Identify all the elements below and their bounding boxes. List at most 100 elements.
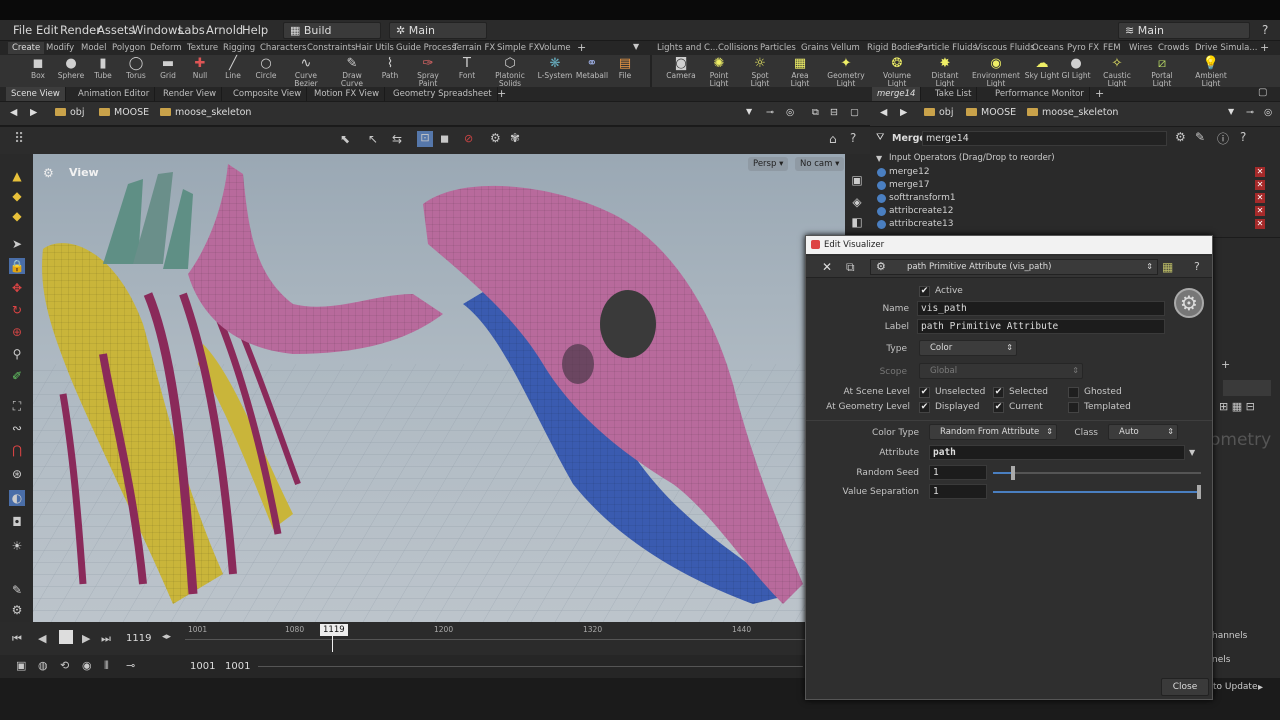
pose-icon[interactable]: ◆ xyxy=(9,208,25,224)
camera-lock-icon[interactable]: ⌂ xyxy=(829,132,837,146)
secure-icon[interactable]: ⊘ xyxy=(464,132,473,145)
type-dropdown[interactable]: Color ⇕ xyxy=(919,340,1017,356)
shelf-tab[interactable]: Terrain FX xyxy=(449,42,499,54)
snap-icon[interactable]: ⚙ xyxy=(490,131,501,145)
tool-distant-light[interactable]: ✸ Distant Light xyxy=(923,56,967,88)
chevron-down-icon[interactable]: ▼ xyxy=(633,42,639,51)
play-icon[interactable]: ▶ xyxy=(82,632,90,645)
expand-icon[interactable]: ▸ xyxy=(1258,682,1263,693)
ghosted-checkbox[interactable] xyxy=(1068,387,1079,398)
paint-icon[interactable]: ✎ xyxy=(9,582,25,598)
remove-icon[interactable]: ✕ xyxy=(1255,206,1265,216)
target-icon[interactable]: ⊛ xyxy=(9,466,25,482)
shelf-tab[interactable]: Deform xyxy=(146,42,186,54)
path-skeleton[interactable]: moose_skeleton xyxy=(1027,107,1118,118)
tool-torus[interactable]: ◯ Torus xyxy=(120,56,152,80)
realtime-icon[interactable]: ▣ xyxy=(16,659,26,672)
channels-label[interactable]: hannels xyxy=(1212,631,1247,641)
move-icon[interactable]: ✥ xyxy=(9,280,25,296)
tool-file[interactable]: ▤ File xyxy=(612,56,638,80)
key-icon[interactable]: ⊸ xyxy=(126,659,135,672)
pin-icon[interactable]: ⊸ xyxy=(1246,107,1254,118)
list-item[interactable]: merge12 ✕ xyxy=(874,166,1265,179)
camera-dropdown[interactable]: No cam ▾ xyxy=(795,157,845,171)
jump-end-icon[interactable]: ⏭ xyxy=(101,632,111,646)
scale-icon[interactable]: ⊕ xyxy=(9,324,25,340)
dots-icon[interactable]: ⠿ xyxy=(14,131,24,147)
viewport-icon[interactable]: ◐ xyxy=(9,490,25,506)
tool-platonic-solids[interactable]: ⬡ Platonic Solids xyxy=(490,56,530,88)
list-item[interactable]: attribcreate13 ✕ xyxy=(874,218,1265,231)
tool-spray-paint[interactable]: ✑ Spray Paint xyxy=(407,56,449,88)
value-separation-field[interactable]: 1 xyxy=(929,484,987,499)
help-icon[interactable]: ? xyxy=(1262,23,1268,37)
tool-draw-curve[interactable]: ✎ Draw Curve xyxy=(331,56,373,88)
back-icon[interactable]: ◀ xyxy=(10,107,17,118)
shelf-tab[interactable]: Lights and C... xyxy=(653,42,722,54)
main-desktop-dropdown[interactable]: ✲ Main xyxy=(389,22,487,39)
add-tab-icon[interactable]: + xyxy=(497,87,506,100)
selected-checkbox[interactable]: ✔ xyxy=(993,387,1004,398)
menu-labs[interactable]: Labs xyxy=(178,23,205,37)
value-separation-slider[interactable] xyxy=(993,485,1201,499)
select-arrow-icon[interactable]: ➤ xyxy=(9,236,25,252)
maximize-icon[interactable]: ▢ xyxy=(1258,87,1267,98)
tool-ambient-light[interactable]: 💡 Ambient Light xyxy=(1186,56,1236,88)
chevron-down-icon[interactable]: ▼ xyxy=(1228,107,1234,116)
random-seed-field[interactable]: 1 xyxy=(929,465,987,480)
tool-camera[interactable]: ◙ Camera xyxy=(664,56,698,80)
remove-icon[interactable]: ✕ xyxy=(1255,219,1265,229)
random-seed-slider[interactable] xyxy=(993,466,1201,480)
tool-geometry-light[interactable]: ✦ Geometry Light xyxy=(826,56,866,88)
shelf-tab[interactable]: Hair Utils xyxy=(351,42,398,54)
collapse-icon[interactable]: ▼ xyxy=(876,154,882,163)
tool-box[interactable]: ◼ Box xyxy=(22,56,54,80)
tool-curve-bezier[interactable]: ∿ Curve Bezier xyxy=(284,56,328,88)
light-icon[interactable]: ☀ xyxy=(9,538,25,554)
tool-caustic-light[interactable]: ✧ Caustic Light xyxy=(1094,56,1140,88)
tab-animation-editor[interactable]: Animation Editor xyxy=(73,87,156,101)
magnet-icon[interactable]: ⋂ xyxy=(9,442,25,458)
key-nav-icon[interactable]: ◂▸ xyxy=(162,632,171,642)
shelf-tab[interactable]: Crowds xyxy=(1154,42,1193,54)
link-icon[interactable]: ◎ xyxy=(1264,107,1272,118)
menu-render[interactable]: Render xyxy=(60,23,101,37)
templated-checkbox[interactable] xyxy=(1068,402,1079,413)
tab-merge14[interactable]: merge14 xyxy=(872,87,922,101)
shelf-tab[interactable]: Drive Simula... xyxy=(1191,42,1261,54)
shelf-tab[interactable]: Polygon xyxy=(108,42,149,54)
network-dropdown[interactable] xyxy=(1223,380,1271,396)
gear-icon[interactable]: ⚙ xyxy=(1175,130,1186,144)
audio-icon[interactable]: ◍ xyxy=(38,659,48,672)
frame-icon[interactable]: ⛶ xyxy=(9,398,25,414)
visualizer-selector[interactable]: path Primitive Attribute (vis_path) ⇕ ⚙ xyxy=(870,259,1158,275)
tab-performance-monitor[interactable]: Performance Monitor xyxy=(990,87,1090,101)
path-obj[interactable]: obj xyxy=(55,107,84,118)
playhead-marker[interactable]: 1119 xyxy=(320,624,348,636)
right-main-dropdown[interactable]: ≋ Main xyxy=(1118,22,1250,39)
range-start-field[interactable]: 1001 xyxy=(190,661,215,672)
forward-icon[interactable]: ▶ xyxy=(900,107,907,118)
attribute-field[interactable]: path xyxy=(929,445,1185,460)
display-icon[interactable]: ▣ xyxy=(849,172,865,188)
select-icon[interactable]: ⬉ xyxy=(340,132,350,146)
menu-help[interactable]: Help xyxy=(242,23,268,37)
name-field[interactable]: vis_path xyxy=(917,301,1165,316)
tool-area-light[interactable]: ▦ Area Light xyxy=(782,56,818,88)
tab-scene-view[interactable]: Scene View xyxy=(6,87,66,101)
timeline-track[interactable]: 1001 1080 1200 1320 1440 1119 xyxy=(185,622,805,655)
shelf-tab[interactable]: Create xyxy=(8,42,45,54)
chevron-down-icon[interactable]: ▼ xyxy=(746,107,752,116)
tool-metaball[interactable]: ⚭ Metaball xyxy=(575,56,609,80)
pin-icon[interactable]: ⊸ xyxy=(766,107,774,118)
tool-tube[interactable]: ▮ Tube xyxy=(88,56,118,80)
close-button[interactable]: Close xyxy=(1161,678,1209,696)
color-type-dropdown[interactable]: Random From Attribute ⇕ xyxy=(929,424,1057,440)
help-icon[interactable]: ? xyxy=(1194,260,1200,273)
shelf-tab[interactable]: Collisions xyxy=(714,42,762,54)
transform-icon[interactable]: ⇆ xyxy=(392,132,402,146)
add-shelf-icon[interactable]: + xyxy=(577,41,586,54)
desktop-dropdown[interactable]: ▦ Build xyxy=(283,22,381,39)
shelf-tab[interactable]: Rigging xyxy=(219,42,259,54)
chevron-down-icon[interactable]: ▼ xyxy=(1189,448,1195,457)
